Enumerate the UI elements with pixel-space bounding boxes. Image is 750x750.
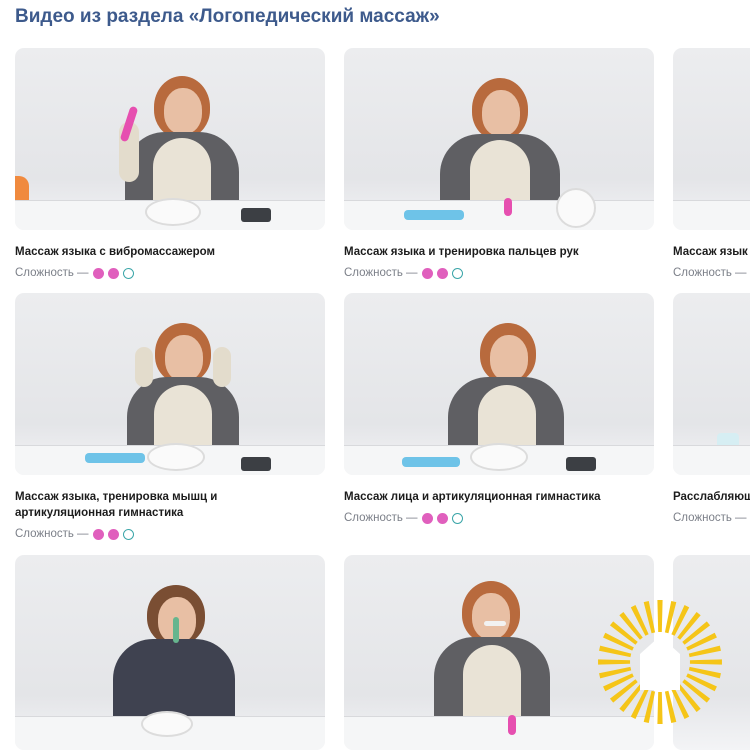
video-title[interactable]: Массаж язык — [673, 244, 750, 260]
difficulty-rating: Сложность — — [673, 510, 750, 526]
video-thumbnail[interactable] — [15, 48, 325, 230]
difficulty-dot-filled — [436, 267, 448, 279]
video-title[interactable]: Массаж языка с вибромассажером — [15, 244, 315, 260]
logo-ray — [657, 691, 663, 724]
difficulty-dot-empty — [451, 512, 463, 524]
video-thumbnail[interactable] — [344, 293, 654, 475]
video-card-2[interactable]: Массаж языка и тренировка пальцев рук Сл… — [344, 48, 654, 281]
difficulty-label: Сложность — — [15, 528, 89, 540]
difficulty-dot-filled — [92, 528, 104, 540]
video-thumbnail[interactable] — [15, 555, 325, 750]
difficulty-dot-filled — [92, 267, 104, 279]
video-card-5[interactable]: Массаж лица и артикуляционная гимнастика… — [344, 293, 654, 526]
video-title[interactable]: Расслабляющ — [673, 489, 750, 505]
section-title: Видео из раздела «Логопедический массаж» — [15, 6, 440, 27]
difficulty-dot-filled — [436, 512, 448, 524]
difficulty-rating: Сложность — — [673, 265, 750, 281]
difficulty-rating: Сложность — — [344, 265, 654, 281]
difficulty-dot-filled — [107, 267, 119, 279]
difficulty-label: Сложность — — [15, 267, 89, 279]
difficulty-rating: Сложность — — [344, 510, 654, 526]
logo-ray — [657, 600, 663, 633]
video-thumbnail[interactable] — [15, 293, 325, 475]
video-card-7[interactable] — [15, 555, 325, 750]
difficulty-dot-filled — [107, 528, 119, 540]
difficulty-dot-filled — [421, 512, 433, 524]
difficulty-label: Сложность — — [673, 512, 747, 524]
difficulty-label: Сложность — — [673, 267, 747, 279]
video-thumbnail[interactable] — [344, 48, 654, 230]
logo-ray — [689, 659, 722, 665]
video-card-3[interactable]: Массаж язык Сложность — — [673, 48, 750, 281]
difficulty-dot-empty — [451, 267, 463, 279]
video-title[interactable]: Массаж языка и тренировка пальцев рук — [344, 244, 644, 260]
video-thumbnail[interactable] — [673, 293, 750, 475]
sun-house-logo-icon — [598, 600, 722, 724]
video-card-4[interactable]: Массаж языка, тренировка мышц и артикуля… — [15, 293, 325, 542]
video-thumbnail[interactable] — [673, 48, 750, 230]
video-card-1[interactable]: Массаж языка с вибромассажером Сложность… — [15, 48, 325, 281]
difficulty-rating: Сложность — — [15, 526, 325, 542]
difficulty-dot-empty — [122, 528, 134, 540]
video-card-6[interactable]: Расслабляющ Сложность — — [673, 293, 750, 526]
video-title[interactable]: Массаж языка, тренировка мышц и артикуля… — [15, 489, 315, 521]
difficulty-label: Сложность — — [344, 267, 418, 279]
logo-ray — [598, 659, 631, 665]
difficulty-dot-filled — [421, 267, 433, 279]
video-title[interactable]: Массаж лица и артикуляционная гимнастика — [344, 489, 644, 505]
difficulty-rating: Сложность — — [15, 265, 325, 281]
difficulty-label: Сложность — — [344, 512, 418, 524]
difficulty-dot-empty — [122, 267, 134, 279]
